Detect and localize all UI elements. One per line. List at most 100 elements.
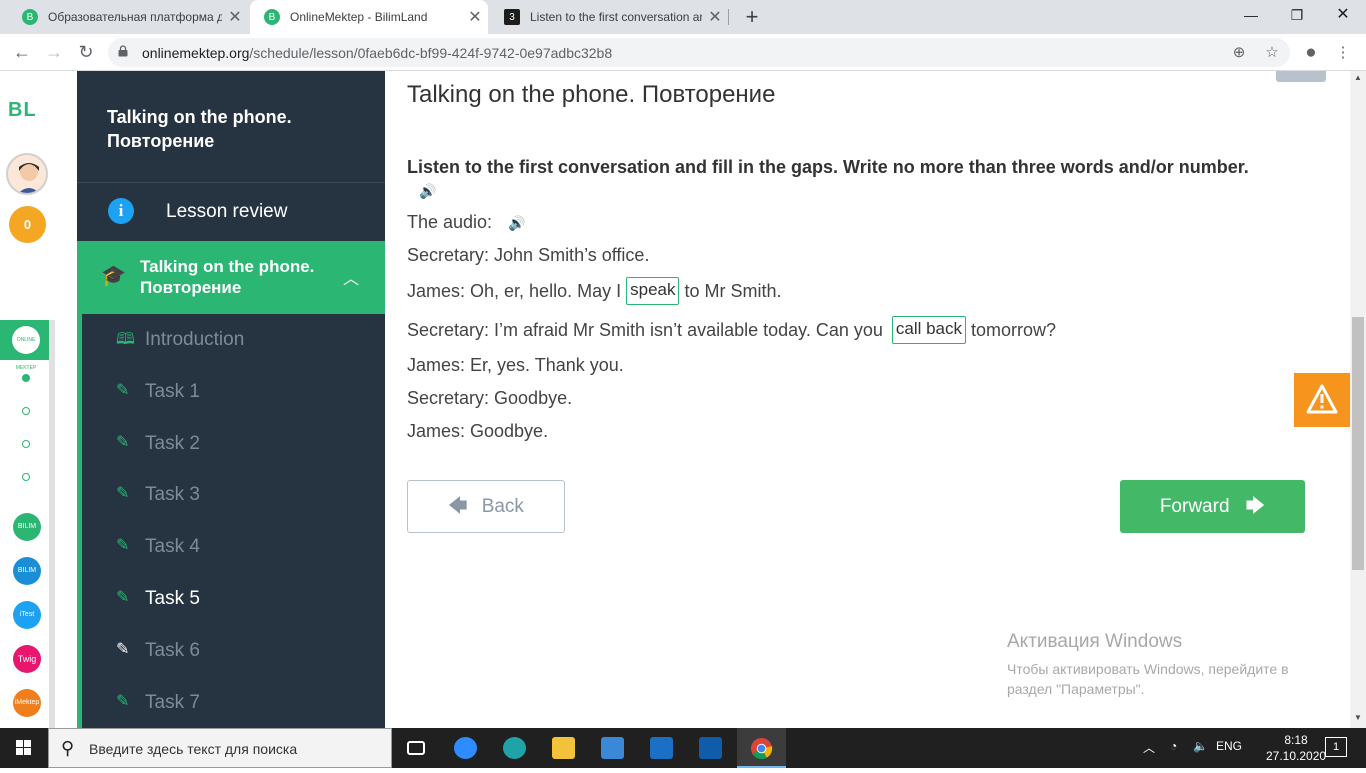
sidebar-item-label: Task 6 xyxy=(145,640,200,661)
sidebar-item-task-6[interactable]: ✎ Task 6 xyxy=(82,625,385,677)
scroll-down-icon[interactable]: ▼ xyxy=(1354,713,1362,722)
bilimland-favicon-icon: B xyxy=(264,9,280,25)
taskbar-app-chrome[interactable] xyxy=(737,728,786,768)
browser-tab-strip: B Образовательная платформа д ✕ B Online… xyxy=(0,0,1366,34)
imektep-app-icon[interactable]: iMektep xyxy=(13,689,41,717)
page-scrollbar[interactable]: ▲ ▼ xyxy=(1350,71,1366,728)
sidebar-item-label: Task 1 xyxy=(145,381,200,402)
tab-separator xyxy=(728,9,729,25)
forward-button[interactable]: Forward 🡆 xyxy=(1120,480,1305,533)
itest-app-icon[interactable]: iTest xyxy=(13,601,41,629)
task-view-button[interactable] xyxy=(392,728,441,768)
address-bar[interactable]: onlinemektep.org/schedule/lesson/0faeb6d… xyxy=(108,38,1290,67)
rail-dot[interactable] xyxy=(22,440,30,448)
report-problem-button[interactable] xyxy=(1294,373,1350,427)
sidebar-item-task-5[interactable]: ✎ Task 5 xyxy=(82,573,385,625)
taskbar-app-zoom[interactable] xyxy=(441,728,490,768)
close-tab-icon[interactable]: ✕ xyxy=(462,7,488,27)
taskbar-clock[interactable]: 8:18 27.10.2020 xyxy=(1266,732,1326,764)
close-tab-icon[interactable]: ✕ xyxy=(222,7,248,27)
rail-dot[interactable] xyxy=(22,374,30,382)
onlinemektep-icon: ONLINE MEKTEP xyxy=(12,326,40,371)
tab-title: OnlineMektep - BilimLand xyxy=(290,10,428,24)
network-icon[interactable]: ◔ xyxy=(1170,739,1177,753)
windows-activation-watermark: Активация Windows Чтобы активировать Win… xyxy=(1007,631,1327,699)
gap-input-1[interactable]: speak xyxy=(626,277,680,305)
taskbar-search-box[interactable]: ⚲ Введите здесь текст для поиска xyxy=(48,728,392,768)
url-text[interactable]: onlinemektep.org/schedule/lesson/0faeb6d… xyxy=(142,45,612,61)
taskbar-app-explorer[interactable] xyxy=(539,728,588,768)
taskbar-app-edge[interactable] xyxy=(490,728,539,768)
maximize-icon[interactable]: ❐ xyxy=(1274,0,1320,30)
page-title: Talking on the phone. Повторение xyxy=(407,81,776,108)
task-view-icon xyxy=(407,741,425,755)
forward-arrow-icon[interactable]: → xyxy=(40,38,68,66)
sidebar-item-task-7[interactable]: ✎ Task 7 xyxy=(82,677,385,728)
back-arrow-icon[interactable]: ← xyxy=(8,38,36,66)
gap-input-2[interactable]: call back xyxy=(891,316,967,344)
site-favicon-icon: 3 xyxy=(504,9,520,25)
twig-app-icon[interactable]: Twig xyxy=(13,645,41,673)
warning-triangle-icon xyxy=(1306,384,1338,414)
browser-tab-2[interactable]: B OnlineMektep - BilimLand ✕ xyxy=(250,0,488,34)
windows-start-button[interactable] xyxy=(0,728,48,768)
window-close-icon[interactable]: ✕ xyxy=(1320,0,1366,30)
tab-title: Listen to the first conversation an xyxy=(530,10,702,24)
dialogue-line: Secretary: I’m afraid Mr Smith isn’t ava… xyxy=(407,316,1056,344)
activation-text: Чтобы активировать Windows, перейдите в … xyxy=(1007,661,1289,697)
new-tab-plus-icon[interactable]: + xyxy=(738,3,766,31)
menu-dots-icon[interactable]: ⋮ xyxy=(1332,42,1354,64)
sidebar-item-introduction[interactable]: 🕮 Introduction xyxy=(82,314,385,366)
scrollbar-thumb[interactable] xyxy=(1352,317,1364,570)
bilimland-logo[interactable]: BL xyxy=(8,99,37,122)
task-list: 🕮 Introduction ✎ Task 1 ✎ Task 2 ✎ Task … xyxy=(77,314,385,728)
volume-icon[interactable]: 🔈 xyxy=(1193,739,1208,753)
language-indicator[interactable]: ENG xyxy=(1216,739,1242,753)
bookmark-star-icon[interactable]: ☆ xyxy=(1261,42,1283,64)
sidebar-section-current[interactable]: 🎓 Talking on the phone. Повторение ︿ xyxy=(77,241,385,314)
sidebar-item-task-1[interactable]: ✎ Task 1 xyxy=(82,366,385,418)
rail-scrollbar[interactable] xyxy=(49,320,55,728)
user-avatar-icon xyxy=(18,163,40,193)
close-tab-icon[interactable]: ✕ xyxy=(702,7,728,27)
zoom-icon[interactable]: ⊕ xyxy=(1228,42,1250,64)
scroll-up-icon[interactable]: ▲ xyxy=(1354,73,1362,82)
sidebar-item-task-2[interactable]: ✎ Task 2 xyxy=(82,418,385,470)
rail-dot[interactable] xyxy=(22,407,30,415)
rail-dot[interactable] xyxy=(22,473,30,481)
forward-button-label: Forward xyxy=(1159,496,1230,517)
bilimland-app-icon[interactable]: BILIM Land xyxy=(13,513,41,558)
bilimbook-app-icon[interactable]: BILIM Book xyxy=(13,557,41,602)
folder-icon xyxy=(552,737,575,759)
browser-toolbar: ← → ↻ onlinemektep.org/schedule/lesson/0… xyxy=(0,34,1366,71)
profile-icon[interactable]: ● xyxy=(1300,42,1322,64)
sidebar-item-task-3[interactable]: ✎ Task 3 xyxy=(82,469,385,521)
audio-row: The audio: 🔊 xyxy=(407,212,526,233)
taskbar-app-mail[interactable] xyxy=(637,728,686,768)
sidebar-item-task-4[interactable]: ✎ Task 4 xyxy=(82,521,385,573)
notification-center-icon[interactable]: 1 xyxy=(1325,737,1347,757)
speaker-icon[interactable]: 🔊 xyxy=(419,183,436,200)
sidebar-item-label: Task 7 xyxy=(145,692,200,713)
minimize-icon[interactable]: — xyxy=(1228,0,1274,30)
play-audio-speaker-icon[interactable]: 🔊 xyxy=(508,215,525,231)
windows-logo-icon xyxy=(16,740,31,755)
coin-counter[interactable]: 0 xyxy=(9,206,46,243)
avatar[interactable] xyxy=(6,153,48,195)
sidebar-item-lesson-review[interactable]: i Lesson review xyxy=(77,183,385,241)
top-toggle-tab[interactable] xyxy=(1276,71,1326,82)
rail-item-onlinemektep[interactable]: ONLINE MEKTEP xyxy=(0,320,49,371)
sidebar-item-label: Task 2 xyxy=(145,433,200,454)
reload-icon[interactable]: ↻ xyxy=(72,38,100,66)
browser-tab-1[interactable]: B Образовательная платформа д ✕ xyxy=(8,0,248,34)
chevron-up-icon[interactable]: ︿ xyxy=(343,265,359,289)
dialogue-line: James: Goodbye. xyxy=(407,421,549,441)
taskbar-app-outlook[interactable] xyxy=(686,728,735,768)
dialogue-line: James: Er, yes. Thank you. xyxy=(407,355,624,375)
tray-chevron-up-icon[interactable]: ︿ xyxy=(1143,739,1155,756)
info-icon: i xyxy=(108,198,134,224)
back-button[interactable]: 🡄 Back xyxy=(407,480,565,533)
browser-tab-3[interactable]: 3 Listen to the first conversation an ✕ xyxy=(490,0,728,34)
taskbar-app-store[interactable] xyxy=(588,728,637,768)
mail-icon xyxy=(650,737,673,759)
